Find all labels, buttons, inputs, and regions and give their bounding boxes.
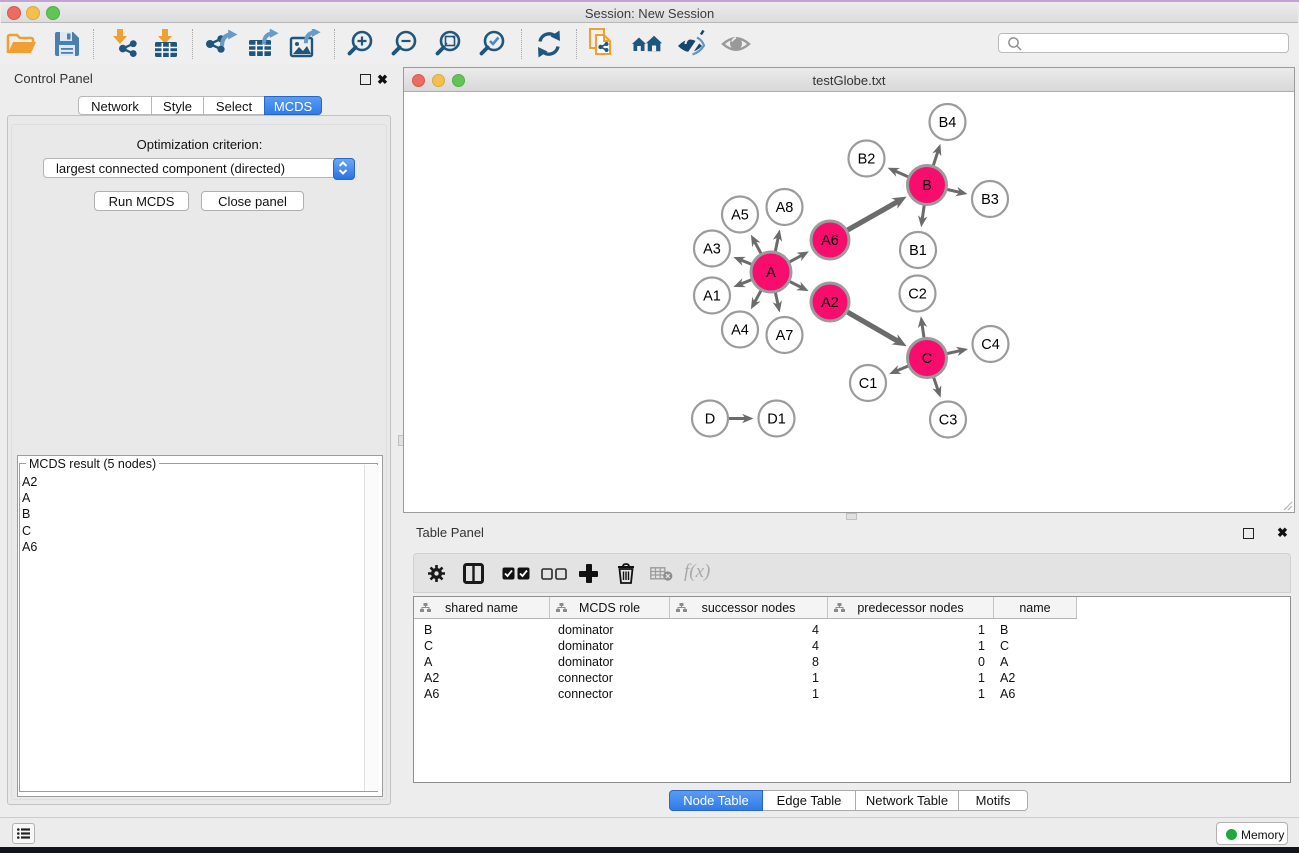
svg-text:C4: C4 [981, 337, 1000, 353]
svg-text:A5: A5 [731, 208, 749, 224]
svg-text:B3: B3 [981, 192, 999, 208]
svg-text:A8: A8 [776, 200, 794, 216]
svg-text:C: C [922, 351, 932, 367]
svg-text:C2: C2 [908, 287, 927, 303]
svg-text:B: B [922, 178, 932, 194]
svg-text:A7: A7 [776, 328, 794, 344]
svg-text:A2: A2 [821, 295, 839, 311]
svg-text:A: A [766, 265, 776, 281]
svg-text:A6: A6 [821, 233, 839, 249]
svg-text:A4: A4 [731, 323, 749, 339]
svg-text:D1: D1 [767, 412, 786, 428]
svg-text:A3: A3 [703, 242, 721, 258]
svg-text:D: D [705, 412, 715, 428]
svg-text:C1: C1 [859, 376, 878, 392]
svg-text:B4: B4 [939, 115, 957, 131]
svg-text:B2: B2 [858, 152, 876, 168]
svg-text:B1: B1 [909, 243, 927, 259]
svg-text:C3: C3 [939, 413, 958, 429]
svg-text:A1: A1 [703, 289, 721, 305]
